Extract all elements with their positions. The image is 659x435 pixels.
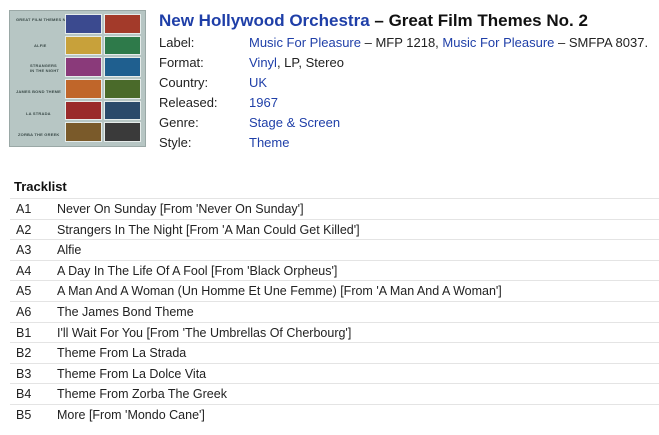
country-link[interactable]: UK	[249, 73, 267, 93]
track-title: A Man And A Woman (Un Homme Et Une Femme…	[57, 284, 502, 299]
cover-photo-tile	[104, 14, 141, 34]
track-position: A3	[16, 243, 32, 258]
track-title: The James Bond Theme	[57, 304, 194, 319]
track-position: A4	[16, 263, 32, 278]
cover-photo-tile	[65, 122, 102, 142]
meta-value-format: Vinyl, LP, Stereo	[249, 53, 344, 73]
cover-photo-tile	[104, 100, 141, 121]
cover-photo-tile	[104, 35, 141, 56]
track-row: B1 I'll Wait For You [From 'The Umbrellas…	[10, 321, 659, 343]
track-position: B5	[16, 407, 32, 422]
cover-photo-grid	[65, 14, 141, 142]
meta-key-country: Country:	[159, 75, 209, 90]
tracklist-table: A1 Never On Sunday [From 'Never On Sunday…	[10, 198, 659, 425]
cover-left-title: LA STRADA	[26, 111, 51, 116]
label-link[interactable]: Music For Pleasure	[442, 35, 554, 50]
track-row: B3 Theme From La Dolce Vita	[10, 362, 659, 384]
release-name: Great Film Themes No. 2	[388, 11, 588, 30]
track-position: B1	[16, 325, 32, 340]
genre-link[interactable]: Stage & Screen	[249, 113, 340, 133]
track-title: I'll Wait For You [From 'The Umbrellas O…	[57, 325, 352, 340]
track-row: A1 Never On Sunday [From 'Never On Sunday…	[10, 198, 659, 219]
track-row: A4 A Day In The Life Of A Fool [From 'Bla…	[10, 259, 659, 281]
release-title: New Hollywood Orchestra – Great Film The…	[159, 11, 588, 31]
track-row: B2 Theme From La Strada	[10, 342, 659, 363]
cover-photo-tile	[104, 122, 141, 142]
track-row: A2 Strangers In The Night [From 'A Man Co…	[10, 218, 659, 240]
track-row: A6 The James Bond Theme	[10, 300, 659, 322]
track-row: B4 Theme From Zorba The Greek	[10, 383, 659, 404]
released-link[interactable]: 1967	[249, 93, 278, 113]
style-link[interactable]: Theme	[249, 133, 289, 153]
track-title: Theme From Zorba The Greek	[57, 387, 227, 402]
track-position: A6	[16, 304, 32, 319]
track-row: B5 More [From 'Mondo Cane']	[10, 403, 659, 425]
cover-photo-tile	[65, 14, 102, 34]
release-header: New Hollywood Orchestra – Great Film The…	[159, 11, 588, 31]
track-position: B4	[16, 387, 32, 402]
cover-photo-tile	[65, 100, 102, 121]
meta-key-label: Label:	[159, 35, 195, 50]
meta-key-released: Released:	[159, 95, 218, 110]
format-details: , LP, Stereo	[276, 55, 344, 70]
format-link[interactable]: Vinyl	[249, 55, 277, 70]
track-title: Strangers In The Night [From 'A Man Coul…	[57, 222, 360, 237]
cover-photo-tile	[65, 57, 102, 77]
track-position: B3	[16, 366, 32, 381]
tracklist-heading: Tracklist	[14, 179, 67, 194]
track-title: Theme From La Strada	[57, 346, 187, 361]
cover-left-title: ALFIE	[34, 43, 47, 48]
track-title: Theme From La Dolce Vita	[57, 366, 207, 381]
meta-value-label: Music For Pleasure – MFP 1218, Music For…	[249, 33, 648, 53]
cover-photo-tile	[104, 78, 141, 99]
track-title: More [From 'Mondo Cane']	[57, 407, 205, 422]
cover-left-title: ZORBA THE GREEK	[18, 132, 60, 137]
track-position: A1	[16, 202, 32, 216]
meta-key-style: Style:	[159, 135, 192, 150]
cover-photo-tile	[104, 57, 141, 77]
cover-photo-tile	[65, 35, 102, 56]
cover-left-title: JAMES BOND THEME	[16, 89, 61, 94]
label-link[interactable]: Music For Pleasure	[249, 35, 361, 50]
cover-photo-tile	[65, 78, 102, 99]
catalog-number: – MFP 1218,	[360, 35, 443, 50]
catalog-number: – SMFPA 8037.	[554, 35, 649, 50]
track-position: A5	[16, 284, 32, 299]
track-row: A3 Alfie	[10, 239, 659, 260]
track-title: A Day In The Life Of A Fool [From 'Black…	[57, 263, 338, 278]
track-title: Alfie	[57, 243, 82, 258]
album-cover-image[interactable]: GREAT FILM THEMES NO. 2 ALFIE STRANGERS …	[9, 10, 146, 147]
title-separator: –	[369, 11, 389, 30]
meta-key-format: Format:	[159, 55, 204, 70]
track-position: A2	[16, 222, 32, 237]
artist-link[interactable]: New Hollywood Orchestra	[159, 11, 370, 30]
cover-left-title: STRANGERS IN THE NIGHT	[30, 63, 60, 73]
meta-key-genre: Genre:	[159, 115, 199, 130]
track-title: Never On Sunday [From 'Never On Sunday']	[57, 202, 304, 216]
track-position: B2	[16, 346, 32, 361]
track-row: A5 A Man And A Woman (Un Homme Et Une Fem…	[10, 280, 659, 301]
